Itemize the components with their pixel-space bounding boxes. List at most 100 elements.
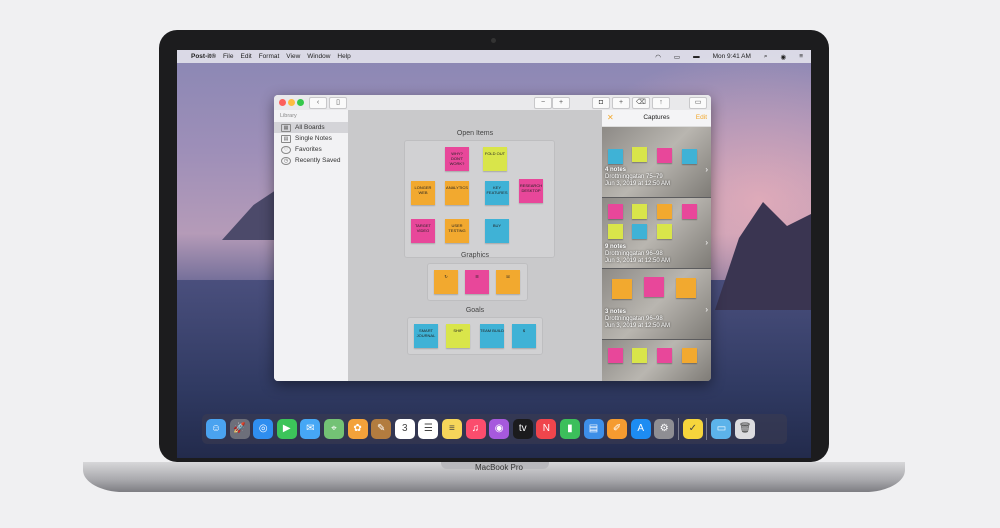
dock: ☺ 🚀 ◎ ▶ ✉ ⌖ ✿ ✎ 3 ☰ ≡ ♫ ◉ tv N ▮ ▤ ✐ A ⚙ ✓ ▭ 🗑 <box>202 414 787 444</box>
keynote-icon[interactable]: ▤ <box>583 419 604 439</box>
menu-bar: Post-it® File Edit Format View Window He… <box>177 50 811 63</box>
captures-title: Captures <box>643 114 670 121</box>
zoom-out-button[interactable]: − <box>534 97 552 109</box>
capture-item[interactable] <box>602 340 711 381</box>
messages-icon[interactable]: ✉ <box>300 419 321 439</box>
appstore-icon[interactable]: A <box>630 419 651 439</box>
laptop-frame: Post-it® File Edit Format View Window He… <box>159 30 829 462</box>
capture-place: Drottninggatan 75–79 <box>605 174 663 180</box>
capture-place: Drottninggatan 96–98 <box>605 251 663 257</box>
camera-button[interactable]: ◘ <box>592 97 610 109</box>
reminders-icon[interactable]: ☰ <box>418 419 439 439</box>
airplay-icon[interactable]: ▭ <box>674 53 680 61</box>
menu-view[interactable]: View <box>286 53 300 60</box>
menu-app[interactable]: Post-it® <box>191 53 216 60</box>
chevron-right-icon: › <box>705 165 708 174</box>
heart-icon: ♡ <box>281 145 291 154</box>
sticky-note[interactable]: TARGET VIDEO <box>411 219 435 243</box>
edit-button[interactable]: Edit <box>696 114 707 121</box>
sidebar: Library ▦ All Boards ▤ Single Notes ♡ Fa… <box>274 110 349 381</box>
sticky-note[interactable]: BUY <box>485 219 509 243</box>
sticky-note[interactable]: WHY? DON'T WORK? <box>445 147 469 171</box>
boards-canvas[interactable]: Open Items WHY? DON'T WORK? FOLD OUT LON… <box>348 110 602 381</box>
sidebar-item-all-boards[interactable]: ▦ All Boards <box>274 122 348 133</box>
sticky-note[interactable]: TEAM BUILD <box>480 324 504 348</box>
pages-icon[interactable]: ✐ <box>607 419 628 439</box>
zoom-window-button[interactable] <box>297 99 304 106</box>
sticky-note[interactable]: USER TESTING <box>445 219 469 243</box>
downloads-folder-icon[interactable]: ▭ <box>711 419 732 439</box>
safari-icon[interactable]: ◎ <box>253 419 274 439</box>
sticky-note[interactable]: LONGER WEB <box>411 181 435 205</box>
sidebar-library-title: Library <box>280 113 297 119</box>
menu-edit[interactable]: Edit <box>241 53 252 60</box>
board-open-items[interactable]: WHY? DON'T WORK? FOLD OUT LONGER WEB ANA… <box>405 141 554 257</box>
postit-window: ‹ ▯ − + ◘ + ⌫ ↑ ▭ Library ▦ All Boards ▤… <box>274 95 711 381</box>
calendar-icon[interactable]: 3 <box>394 419 415 439</box>
sticky-note[interactable]: ANALYTICS <box>445 181 469 205</box>
add-note-button[interactable]: + <box>612 97 630 109</box>
launchpad-icon[interactable]: 🚀 <box>229 419 250 439</box>
minimize-window-button[interactable] <box>288 99 295 106</box>
device-label: MacBook Pro <box>474 463 524 472</box>
captures-panel: ✕ Captures Edit 4 notes Drottninggatan 7… <box>602 110 711 381</box>
sidebar-item-favorites[interactable]: ♡ Favorites <box>274 144 348 155</box>
sidebar-item-label: Single Notes <box>295 135 332 142</box>
section-title-open-items: Open Items <box>456 130 494 137</box>
close-window-button[interactable] <box>279 99 286 106</box>
sticky-note[interactable]: FOLD OUT <box>483 147 507 171</box>
board-goals[interactable]: SMART JOURNAL SHIP TEAM BUILD $ <box>408 318 542 354</box>
capture-item[interactable]: 9 notes Drottninggatan 96–98 Jun 3, 2019… <box>602 198 711 268</box>
sidebar-toggle-button[interactable]: ▯ <box>329 97 347 109</box>
battery-icon[interactable]: ▬ <box>693 53 700 60</box>
photos-icon[interactable]: ✿ <box>347 419 368 439</box>
search-icon[interactable]: ⌕ <box>764 53 768 61</box>
trash-icon[interactable]: 🗑 <box>735 419 756 439</box>
sticky-note-graphic[interactable]: ☰ <box>465 270 489 294</box>
capture-item[interactable]: 3 notes Drottninggatan 96–98 Jun 3, 2019… <box>602 269 711 339</box>
menu-format[interactable]: Format <box>259 53 280 60</box>
tv-icon[interactable]: tv <box>512 419 533 439</box>
music-icon[interactable]: ♫ <box>465 419 486 439</box>
postit-icon[interactable]: ✓ <box>682 419 703 439</box>
capture-date: Jun 3, 2019 at 12:50 AM <box>605 258 671 264</box>
zoom-in-button[interactable]: + <box>552 97 570 109</box>
numbers-icon[interactable]: ▮ <box>559 419 580 439</box>
sticky-note[interactable]: SHIP <box>446 324 470 348</box>
sticky-note-graphic[interactable]: ☒ <box>496 270 520 294</box>
sticky-note[interactable]: SMART JOURNAL <box>414 324 438 348</box>
facetime-icon[interactable]: ▶ <box>276 419 297 439</box>
board-graphics[interactable]: ↻ ☰ ☒ <box>428 264 527 300</box>
menu-help[interactable]: Help <box>337 53 350 60</box>
notes-icon[interactable]: ≡ <box>441 419 462 439</box>
delete-button[interactable]: ⌫ <box>632 97 650 109</box>
settings-icon[interactable]: ⚙ <box>654 419 675 439</box>
share-button[interactable]: ↑ <box>652 97 670 109</box>
sidebar-item-label: Favorites <box>295 146 322 153</box>
podcasts-icon[interactable]: ◉ <box>489 419 510 439</box>
sticky-note[interactable]: KEY FEATURES <box>485 181 509 205</box>
wifi-icon[interactable]: ◠ <box>655 53 661 61</box>
news-icon[interactable]: N <box>536 419 557 439</box>
sidebar-item-single-notes[interactable]: ▤ Single Notes <box>274 133 348 144</box>
sticky-note[interactable]: RESEARCH DESKTOP <box>519 179 543 203</box>
siri-icon[interactable]: ◉ <box>781 53 787 61</box>
menu-window[interactable]: Window <box>307 53 330 60</box>
menu-file[interactable]: File <box>223 53 233 60</box>
capture-place: Drottninggatan 96–98 <box>605 316 663 322</box>
maps-icon[interactable]: ⌖ <box>323 419 344 439</box>
clock-icon: ◷ <box>281 156 291 165</box>
notes-app-icon[interactable]: ✎ <box>371 419 392 439</box>
back-button[interactable]: ‹ <box>309 97 327 109</box>
capture-item[interactable]: 4 notes Drottninggatan 75–79 Jun 3, 2019… <box>602 127 711 197</box>
sticky-note[interactable]: $ <box>512 324 536 348</box>
dock-separator <box>706 418 708 440</box>
boards-icon: ▦ <box>281 123 291 132</box>
sidebar-item-recently-saved[interactable]: ◷ Recently Saved <box>274 155 348 166</box>
finder-icon[interactable]: ☺ <box>206 419 226 439</box>
sticky-note-graphic[interactable]: ↻ <box>434 270 458 294</box>
section-title-graphics: Graphics <box>460 252 489 259</box>
captures-panel-button[interactable]: ▭ <box>689 97 707 109</box>
control-list-icon[interactable]: ≡ <box>799 53 803 60</box>
menubar-clock[interactable]: Mon 9:41 AM <box>713 53 751 60</box>
